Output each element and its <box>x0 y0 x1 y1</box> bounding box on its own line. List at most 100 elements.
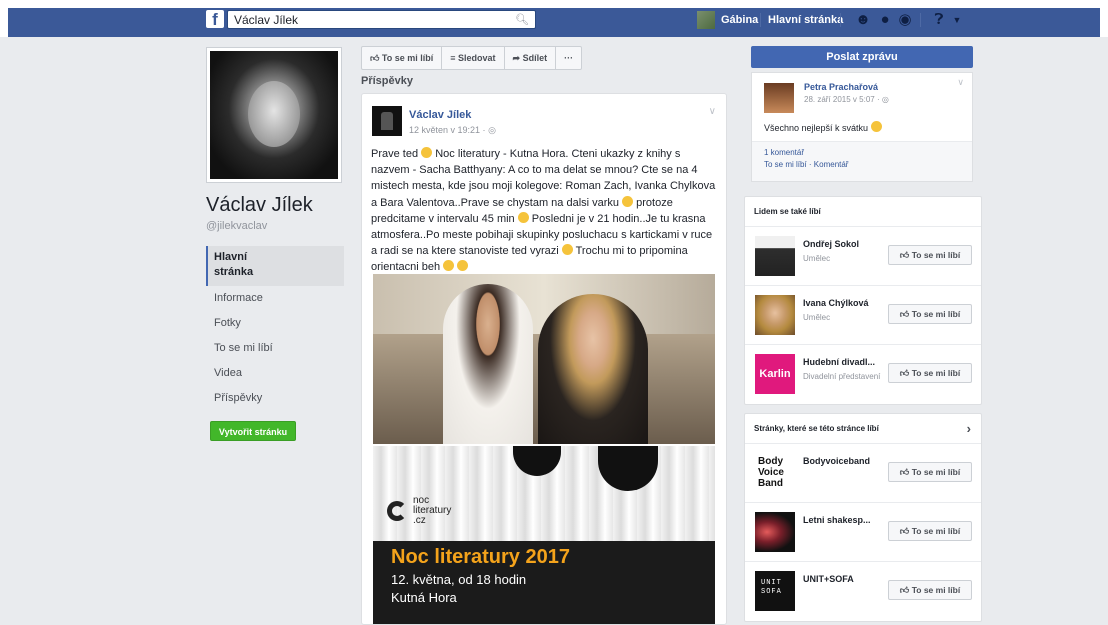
post-time-text: 12 květen v 19:21 · <box>409 125 489 135</box>
share-label: Sdílet <box>522 53 548 63</box>
share-button[interactable]: ➦ Sdílet <box>505 47 557 69</box>
page-action-bar: 👍︎ To se mi líbí ≡ Sledovat ➦ Sdílet ··· <box>361 46 583 70</box>
globe-icon: ◎ <box>881 95 889 104</box>
smile-emoji-icon <box>421 147 433 158</box>
profile-face <box>248 81 300 147</box>
follow-button[interactable]: ≡ Sledovat <box>442 47 505 69</box>
like-button[interactable]: 👍︎ To se mi líbí <box>888 462 972 482</box>
messages-icon[interactable]: ● <box>876 11 894 29</box>
nav-about[interactable]: Informace <box>206 286 344 311</box>
comment-count-link[interactable]: 1 komentář <box>764 148 804 157</box>
like-page-button[interactable]: 👍︎ To se mi líbí <box>362 47 443 69</box>
page-name[interactable]: UNIT+SOFA <box>803 574 854 584</box>
profile-picture[interactable] <box>206 47 342 183</box>
notifications-icon[interactable]: ◉ <box>896 11 914 29</box>
page-thumbnail[interactable] <box>755 236 795 276</box>
page-thumbnail[interactable] <box>755 295 795 335</box>
nav-photos[interactable]: Fotky <box>206 311 344 336</box>
pages-liked-header[interactable]: Stránky, které se této stránce líbí › <box>745 414 981 444</box>
page-thumbnail[interactable]: UNIT SOFA <box>755 571 795 611</box>
list-item: Ondřej Sokol Umělec 👍︎ To se mi líbí <box>745 227 981 286</box>
smile-emoji-icon <box>622 195 634 207</box>
globe-icon: ◎ <box>488 125 496 135</box>
like-button[interactable]: 👍︎ To se mi líbí <box>888 245 972 265</box>
comment-date[interactable]: 28. září 2015 v 5:07 · ◎ <box>804 95 889 104</box>
page-name[interactable]: Ondřej Sokol <box>803 239 859 249</box>
page-thumbnail[interactable]: Karlin <box>755 354 795 394</box>
user-name-link[interactable]: Gábina <box>721 10 758 30</box>
thumbs-up-icon: 👍︎ <box>899 526 912 536</box>
post-text-part: Prave ted <box>371 148 422 160</box>
more-options-button[interactable]: ··· <box>556 47 581 69</box>
comment-actions[interactable]: To se mi líbí · Komentář <box>764 160 848 169</box>
poster-date: 12. května, od 18 hodin <box>391 572 527 587</box>
comment-options-chevron-icon[interactable]: ∨ <box>957 77 964 88</box>
send-message-button[interactable]: Poslat zprávu <box>751 46 973 68</box>
like-button-label: To se mi líbí <box>911 368 961 378</box>
commenter-avatar[interactable] <box>764 83 794 113</box>
like-button-label: To se mi líbí <box>911 467 961 477</box>
friend-requests-icon[interactable]: ☻ <box>854 11 872 29</box>
page-name[interactable]: Letni shakesp... <box>803 515 871 525</box>
thumbs-up-icon: 👍︎ <box>899 309 912 319</box>
chevron-right-icon[interactable]: › <box>967 414 971 444</box>
post-author-name[interactable]: Václav Jílek <box>409 109 471 121</box>
page-thumbnail[interactable]: Body Voice Band <box>755 453 795 493</box>
rss-icon: ≡ <box>450 53 459 63</box>
help-icon[interactable]: ❓︎ <box>930 11 948 29</box>
page-navigation: Hlavní stránka Informace Fotky To se mi … <box>206 246 344 411</box>
chevron-down-icon[interactable]: ▼ <box>948 11 966 29</box>
page-category: Umělec <box>803 254 831 263</box>
nav-home[interactable]: Hlavní stránka <box>206 246 344 286</box>
page-name[interactable]: Bodyvoiceband <box>803 456 870 466</box>
nav-videos[interactable]: Videa <box>206 361 344 386</box>
search-icon[interactable]: 🔍︎ <box>515 13 529 26</box>
share-icon: ➦ <box>512 53 523 63</box>
search-box[interactable]: 🔍︎ <box>227 10 536 29</box>
photo-person-man <box>443 284 533 444</box>
list-item: Body Voice Band Bodyvoiceband 👍︎ To se m… <box>745 444 981 503</box>
create-page-button[interactable]: Vytvořit stránku <box>210 421 296 441</box>
commenter-name[interactable]: Petra Prachařová <box>804 82 878 92</box>
post-timestamp[interactable]: 12 květen v 19:21 · ◎ <box>409 125 496 136</box>
comment-text-content: Všechno nejlepší k svátku <box>764 123 871 133</box>
noc-literatury-logo-icon <box>387 501 407 521</box>
user-avatar[interactable] <box>697 11 715 29</box>
people-also-like-card: Lidem se také líbí Ondřej Sokol Umělec 👍… <box>744 196 982 405</box>
post-photo-poster[interactable]: noc literatury .cz Noc literatury 2017 1… <box>373 446 715 624</box>
page-name[interactable]: Hudební divadl... <box>803 357 875 367</box>
laugh-emoji-icon <box>443 260 455 272</box>
page-thumbnail[interactable] <box>755 512 795 552</box>
thumbs-up-icon: 👍︎ <box>899 368 912 378</box>
smile-emoji-icon <box>517 211 529 223</box>
like-button-label: To se mi líbí <box>911 309 961 319</box>
post-photo-selfie[interactable] <box>373 274 715 444</box>
post-options-chevron-icon[interactable]: ∨ <box>709 106 716 117</box>
post-author-avatar[interactable] <box>372 106 402 136</box>
like-button[interactable]: 👍︎ To se mi líbí <box>888 580 972 600</box>
like-button-label: To se mi líbí <box>911 526 961 536</box>
like-button[interactable]: 👍︎ To se mi líbí <box>888 363 972 383</box>
home-link[interactable]: Hlavní stránka <box>768 10 843 30</box>
post-card: Václav Jílek 12 květen v 19:21 · ◎ ∨ Pra… <box>361 93 727 625</box>
facebook-logo-icon[interactable]: f <box>206 10 224 29</box>
photo-person-woman <box>538 294 648 444</box>
page-username[interactable]: @jilekvaclav <box>206 220 267 232</box>
poster-place: Kutná Hora <box>391 590 457 605</box>
comment-text: Všechno nejlepší k svátku <box>764 121 882 133</box>
avatar-figure <box>381 112 393 130</box>
follow-label: Sledovat <box>458 53 496 63</box>
poster-title: Noc literatury 2017 <box>391 546 570 568</box>
nav-posts[interactable]: Příspěvky <box>206 386 344 411</box>
page-title[interactable]: Václav Jílek <box>206 194 313 217</box>
comment-footer: 1 komentář To se mi líbí · Komentář <box>752 141 972 181</box>
thumbs-up-icon: 👍︎ <box>899 585 912 595</box>
like-button[interactable]: 👍︎ To se mi líbí <box>888 304 972 324</box>
recent-comment-card: Petra Prachařová 28. září 2015 v 5:07 · … <box>751 72 973 182</box>
search-input[interactable] <box>228 11 508 28</box>
nav-likes[interactable]: To se mi líbí <box>206 336 344 361</box>
page-name[interactable]: Ivana Chýlková <box>803 298 869 308</box>
list-item: Karlin Hudební divadl... Divadelní předs… <box>745 345 981 404</box>
thumbs-up-icon: 👍︎ <box>899 467 912 477</box>
like-button[interactable]: 👍︎ To se mi líbí <box>888 521 972 541</box>
